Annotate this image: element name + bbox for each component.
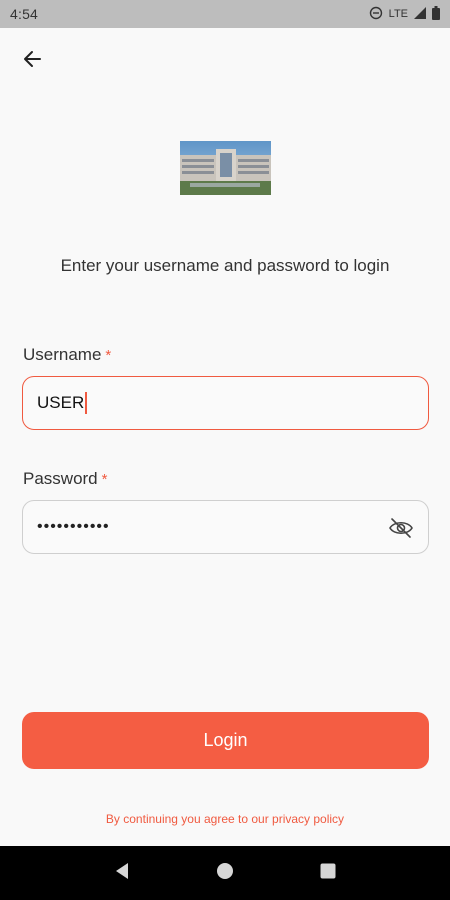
- building-image: [180, 141, 271, 195]
- privacy-policy-link[interactable]: By continuing you agree to our privacy p…: [0, 812, 450, 826]
- password-value: •••••••••••: [37, 518, 110, 535]
- square-recents-icon: [320, 863, 336, 884]
- nav-back-button[interactable]: [107, 858, 137, 888]
- password-input[interactable]: •••••••••••: [22, 500, 429, 554]
- required-marker: *: [101, 471, 108, 488]
- password-label-text: Password: [23, 469, 98, 488]
- login-instruction: Enter your username and password to logi…: [60, 256, 390, 275]
- username-input[interactable]: USER: [22, 376, 429, 430]
- navigation-bar: [0, 846, 450, 900]
- username-value: USER: [37, 393, 85, 412]
- battery-icon: [432, 5, 440, 23]
- triangle-back-icon: [114, 862, 130, 885]
- toggle-password-visibility-button[interactable]: [388, 516, 414, 540]
- nav-recents-button[interactable]: [313, 858, 343, 888]
- do-not-disturb-icon: [369, 6, 383, 23]
- login-button[interactable]: Login: [22, 712, 429, 769]
- back-button[interactable]: [18, 46, 48, 76]
- status-bar: 4:54 LTE: [0, 0, 450, 28]
- required-marker: *: [105, 347, 112, 364]
- nav-home-button[interactable]: [210, 858, 240, 888]
- arrow-left-icon: [22, 48, 44, 75]
- signal-icon: [414, 6, 426, 22]
- username-label-text: Username: [23, 345, 102, 364]
- text-cursor: [85, 392, 87, 414]
- status-icons: LTE: [369, 5, 440, 23]
- circle-home-icon: [216, 862, 234, 885]
- eye-off-icon: [388, 518, 414, 544]
- login-button-label: Login: [203, 730, 248, 750]
- status-time: 4:54: [10, 6, 39, 22]
- password-label: Password *: [23, 469, 107, 489]
- network-type: LTE: [388, 8, 408, 20]
- username-label: Username *: [23, 345, 111, 365]
